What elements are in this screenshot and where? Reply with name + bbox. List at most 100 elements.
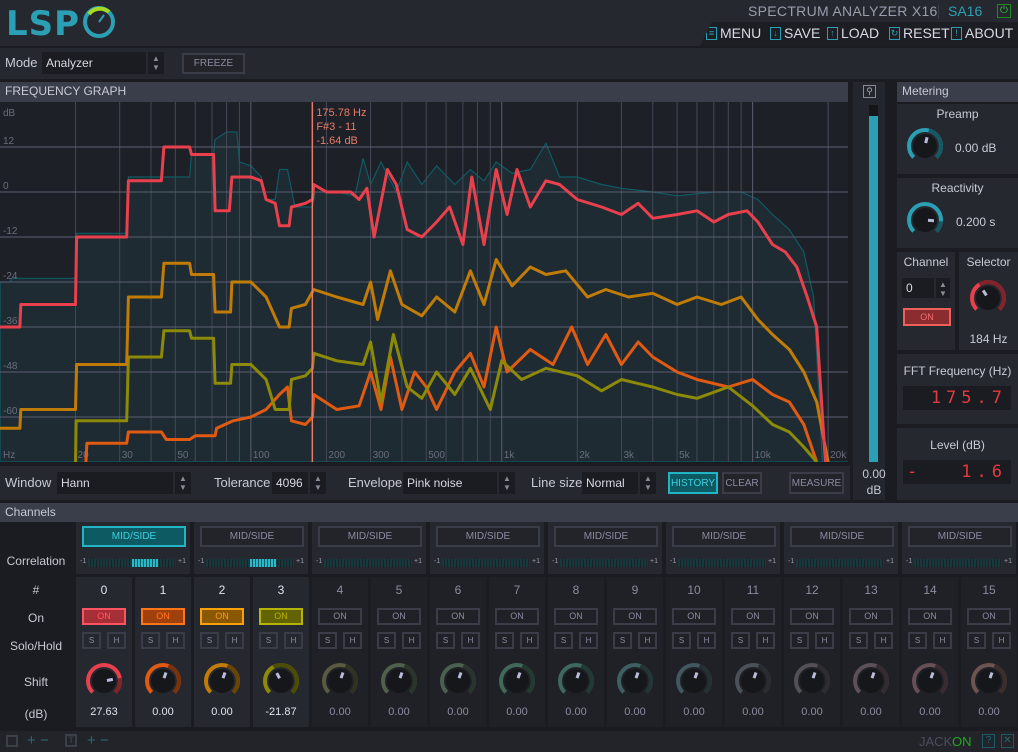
fullscreen-icon[interactable]: ✕	[1001, 734, 1014, 748]
solo-button[interactable]: S	[967, 632, 986, 649]
mid-side-button[interactable]: MID/SIDE	[908, 526, 1012, 547]
shift-knob[interactable]	[86, 663, 122, 699]
shift-knob[interactable]	[912, 663, 948, 699]
mode-select[interactable]: Analyzer ▲ ▼	[42, 52, 164, 74]
shift-knob[interactable]	[735, 663, 771, 699]
shift-knob[interactable]	[617, 663, 653, 699]
zoom-out-icon[interactable]: −	[40, 732, 49, 749]
channel-on-button[interactable]: ON	[903, 308, 951, 326]
channel-on-button[interactable]: ON	[731, 608, 775, 625]
mid-side-button[interactable]: MID/SIDE	[436, 526, 540, 547]
freeze-button[interactable]: FREEZE	[182, 53, 245, 74]
solo-button[interactable]: S	[495, 632, 514, 649]
solo-button[interactable]: S	[318, 632, 337, 649]
power-icon[interactable]: ⏻	[997, 4, 1011, 18]
channel-on-button[interactable]: ON	[259, 608, 303, 625]
save-button[interactable]: ↓ SAVE	[770, 25, 820, 41]
channel-on-button[interactable]: ON	[967, 608, 1011, 625]
tolerance-select[interactable]: 4096 ▲ ▼	[272, 472, 326, 494]
solo-button[interactable]: S	[613, 632, 632, 649]
shift-knob[interactable]	[853, 663, 889, 699]
shift-knob[interactable]	[145, 663, 181, 699]
hold-button[interactable]: H	[284, 632, 303, 649]
solo-button[interactable]: S	[82, 632, 101, 649]
shift-knob[interactable]	[499, 663, 535, 699]
shift-knob[interactable]	[263, 663, 299, 699]
hold-button[interactable]: H	[107, 632, 126, 649]
menu-button[interactable]: ≡ MENU	[706, 25, 761, 41]
frequency-graph[interactable]: 120-12-24-36-48-60dBHz 20 30 50 100 200 300 500…	[0, 102, 848, 462]
channel-on-button[interactable]: ON	[849, 608, 893, 625]
preamp-knob[interactable]	[907, 128, 943, 164]
channel-on-button[interactable]: ON	[82, 608, 126, 625]
solo-button[interactable]: S	[436, 632, 455, 649]
solo-button[interactable]: S	[141, 632, 160, 649]
hold-button[interactable]: H	[933, 632, 952, 649]
hold-button[interactable]: H	[874, 632, 893, 649]
channel-on-button[interactable]: ON	[495, 608, 539, 625]
shift-knob[interactable]	[794, 663, 830, 699]
zoom-in-icon[interactable]: +	[27, 732, 36, 749]
selector-knob[interactable]	[970, 280, 1006, 316]
hold-button[interactable]: H	[461, 632, 480, 649]
channel-on-button[interactable]: ON	[554, 608, 598, 625]
solo-button[interactable]: S	[377, 632, 396, 649]
channel-on-button[interactable]: ON	[436, 608, 480, 625]
solo-button[interactable]: S	[908, 632, 927, 649]
measure-button[interactable]: MEASURE	[789, 472, 844, 494]
shift-knob[interactable]	[440, 663, 476, 699]
about-button[interactable]: ! ABOUT	[951, 25, 1013, 41]
solo-button[interactable]: S	[554, 632, 573, 649]
clear-button[interactable]: CLEAR	[722, 472, 762, 494]
shift-knob[interactable]	[204, 663, 240, 699]
solo-button[interactable]: S	[790, 632, 809, 649]
help-icon[interactable]: ?	[982, 734, 995, 748]
hold-button[interactable]: H	[520, 632, 539, 649]
shift-knob[interactable]	[971, 663, 1007, 699]
reactivity-knob[interactable]	[907, 202, 943, 238]
hold-button[interactable]: H	[815, 632, 834, 649]
channel-on-button[interactable]: ON	[318, 608, 362, 625]
load-button[interactable]: ↑ LOAD	[827, 25, 879, 41]
hold-button[interactable]: H	[343, 632, 362, 649]
channel-on-button[interactable]: ON	[613, 608, 657, 625]
mid-side-button[interactable]: MID/SIDE	[790, 526, 894, 547]
solo-button[interactable]: S	[259, 632, 278, 649]
hold-button[interactable]: H	[402, 632, 421, 649]
channel-on-button[interactable]: ON	[790, 608, 834, 625]
zoom-icon[interactable]: ⚲	[863, 85, 876, 98]
window-select[interactable]: Hann ▲ ▼	[57, 472, 191, 494]
font-size-icon[interactable]: T	[65, 734, 77, 747]
channel-on-button[interactable]: ON	[200, 608, 244, 625]
shift-knob[interactable]	[381, 663, 417, 699]
shift-knob[interactable]	[558, 663, 594, 699]
channel-on-button[interactable]: ON	[908, 608, 952, 625]
solo-button[interactable]: S	[731, 632, 750, 649]
font-increase-icon[interactable]: +	[87, 732, 96, 749]
mid-side-button[interactable]: MID/SIDE	[672, 526, 776, 547]
font-decrease-icon[interactable]: −	[100, 732, 109, 749]
hold-button[interactable]: H	[756, 632, 775, 649]
window-size-icon[interactable]	[6, 735, 18, 747]
hold-button[interactable]: H	[166, 632, 185, 649]
channel-on-button[interactable]: ON	[141, 608, 185, 625]
channel-on-button[interactable]: ON	[672, 608, 716, 625]
line-size-select[interactable]: Normal ▲ ▼	[582, 472, 656, 494]
envelope-select[interactable]: Pink noise ▲ ▼	[403, 472, 515, 494]
hold-button[interactable]: H	[992, 632, 1011, 649]
channel-on-button[interactable]: ON	[377, 608, 421, 625]
shift-knob[interactable]	[322, 663, 358, 699]
channel-select[interactable]: 0 ▲ ▼	[902, 278, 950, 298]
hold-button[interactable]: H	[697, 632, 716, 649]
reset-button[interactable]: ↻ RESET	[889, 25, 950, 41]
mid-side-button[interactable]: MID/SIDE	[82, 526, 186, 547]
solo-button[interactable]: S	[849, 632, 868, 649]
solo-button[interactable]: S	[672, 632, 691, 649]
mid-side-button[interactable]: MID/SIDE	[200, 526, 304, 547]
solo-button[interactable]: S	[200, 632, 219, 649]
history-button[interactable]: HISTORY	[668, 472, 718, 494]
mid-side-button[interactable]: MID/SIDE	[318, 526, 422, 547]
hold-button[interactable]: H	[225, 632, 244, 649]
mid-side-button[interactable]: MID/SIDE	[554, 526, 658, 547]
hold-button[interactable]: H	[638, 632, 657, 649]
